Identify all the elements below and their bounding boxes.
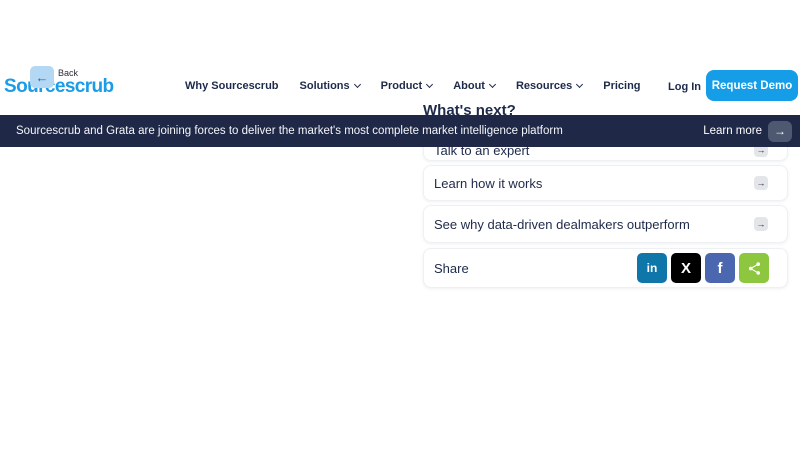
chevron-down-icon bbox=[489, 81, 496, 88]
request-demo-button[interactable]: Request Demo bbox=[706, 70, 798, 101]
social-buttons: in X f bbox=[637, 253, 769, 283]
learn-more-label: Learn more bbox=[703, 125, 762, 137]
card-learn-how-it-works[interactable]: Learn how it works → bbox=[423, 165, 788, 201]
nav-item-label: Product bbox=[381, 80, 423, 92]
card-label: Learn how it works bbox=[434, 176, 542, 191]
share-card: Share in X f bbox=[423, 248, 788, 288]
learn-more-link[interactable]: Learn more → bbox=[703, 121, 792, 142]
share-linkedin-button[interactable]: in bbox=[637, 253, 667, 283]
back-arrow-icon: ← bbox=[36, 70, 49, 85]
card-row: See why data-driven dealmakers outperfor… bbox=[434, 206, 769, 242]
card-row: Learn how it works → bbox=[434, 166, 769, 200]
main-nav: Why Sourcescrub Solutions Product About … bbox=[185, 80, 641, 92]
nav-item-pricing[interactable]: Pricing bbox=[603, 80, 640, 92]
nav-item-label: Resources bbox=[516, 80, 572, 92]
facebook-icon: f bbox=[718, 260, 723, 277]
share-generic-button[interactable] bbox=[739, 253, 769, 283]
nav-item-label: Why Sourcescrub bbox=[185, 80, 279, 92]
card-arrow-button[interactable]: → bbox=[754, 217, 768, 231]
nav-item-resources[interactable]: Resources bbox=[516, 80, 582, 92]
arrow-right-icon: → bbox=[757, 179, 766, 188]
share-label: Share bbox=[434, 261, 469, 276]
x-icon: X bbox=[681, 260, 691, 277]
linkedin-icon: in bbox=[647, 261, 658, 275]
nav-item-about[interactable]: About bbox=[453, 80, 495, 92]
card-label: See why data-driven dealmakers outperfor… bbox=[434, 217, 690, 232]
share-nodes-icon bbox=[747, 261, 762, 276]
back-button[interactable]: ← bbox=[30, 66, 54, 88]
arrow-right-icon: → bbox=[757, 220, 766, 229]
nav-item-label: Pricing bbox=[603, 80, 640, 92]
nav-item-why-sourcescrub[interactable]: Why Sourcescrub bbox=[185, 80, 279, 92]
nav-item-product[interactable]: Product bbox=[381, 80, 433, 92]
arrow-right-icon: → bbox=[774, 125, 786, 137]
card-dealmakers-outperform[interactable]: See why data-driven dealmakers outperfor… bbox=[423, 205, 788, 243]
nav-item-solutions[interactable]: Solutions bbox=[300, 80, 360, 92]
nav-item-label: About bbox=[453, 80, 485, 92]
nav-item-label: Solutions bbox=[300, 80, 350, 92]
share-row: Share in X f bbox=[434, 249, 769, 287]
announcement-message: Sourcescrub and Grata are joining forces… bbox=[16, 125, 703, 137]
learn-more-arrow-button[interactable]: → bbox=[768, 121, 792, 142]
chevron-down-icon bbox=[354, 81, 361, 88]
announcement-banner: Sourcescrub and Grata are joining forces… bbox=[0, 115, 800, 147]
share-facebook-button[interactable]: f bbox=[705, 253, 735, 283]
chevron-down-icon bbox=[426, 81, 433, 88]
share-x-button[interactable]: X bbox=[671, 253, 701, 283]
sourcescrub-logo[interactable]: Sourcescrub bbox=[4, 76, 114, 98]
back-button-label: Back bbox=[58, 68, 78, 78]
card-arrow-button[interactable]: → bbox=[754, 176, 768, 190]
log-in-link[interactable]: Log In bbox=[668, 81, 701, 93]
chevron-down-icon bbox=[576, 81, 583, 88]
